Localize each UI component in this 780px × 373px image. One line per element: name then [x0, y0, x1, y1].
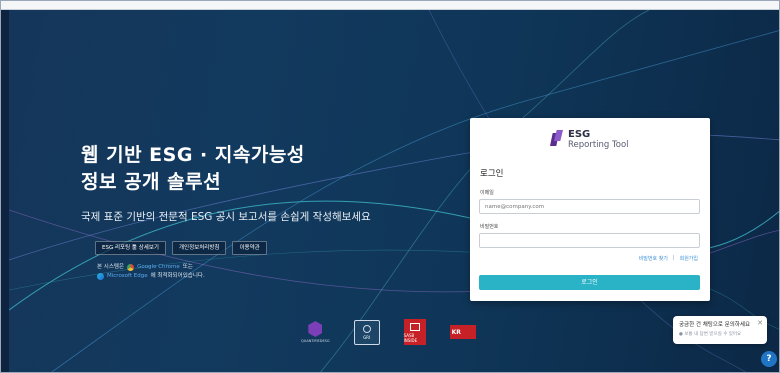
help-icon[interactable]: ?: [761, 351, 777, 367]
link-separator: |: [672, 255, 675, 261]
login-card: ESG Reporting Tool 로그인 이메일 비밀번호 비밀번호 찾기 …: [470, 118, 710, 301]
login-button[interactable]: 로그인: [479, 275, 700, 290]
hero-button-row: ESG 리포팅 툴 상세보기 개인정보처리방침 이용약관: [95, 241, 267, 255]
gri-label: GRI: [363, 334, 371, 340]
close-icon[interactable]: ✕: [757, 319, 763, 327]
logo-line-2: Reporting Tool: [568, 140, 629, 150]
kr-label: KR: [451, 328, 461, 336]
chrome-icon: [127, 264, 135, 271]
signup-link[interactable]: 회원가입: [680, 255, 698, 262]
password-label: 비밀번호: [480, 224, 499, 230]
logo-mark-icon: [550, 130, 564, 146]
auth-links: 비밀번호 찾기 | 회원가입: [639, 255, 698, 262]
headline-line-1: 웹 기반 ESG · 지속가능성: [81, 144, 305, 166]
logo-line-1: ESG: [568, 129, 591, 140]
login-title: 로그인: [480, 169, 504, 179]
chat-title: 궁금한 건 채팅으로 문의하세요: [679, 322, 751, 328]
gri-logo: GRI: [353, 319, 380, 345]
browser-note-prefix: 본 시스템은: [97, 264, 125, 270]
browser-note: 본 시스템은 Google Chrome 또는 Microsoft Edge 에…: [97, 263, 205, 281]
chrome-link[interactable]: Google Chrome: [137, 263, 180, 272]
sasb-logo: SASB INSIDE: [403, 319, 426, 345]
sasb-label: SASB INSIDE: [403, 333, 418, 343]
browser-note-suffix: 에 최적화되어있습니다.: [150, 273, 205, 279]
partner-logos: QUANTIFIEDESG GRI SASB INSIDE KR: [301, 319, 476, 345]
hero-headline: 웹 기반 ESG · 지속가능성 정보 공개 솔루션: [81, 142, 305, 196]
privacy-policy-button[interactable]: 개인정보처리방침: [171, 241, 227, 255]
kr-logo: KR: [449, 325, 476, 339]
find-password-link[interactable]: 비밀번호 찾기: [639, 255, 668, 262]
chat-widget[interactable]: 궁금한 건 채팅으로 문의하세요 ● 보통 내 답변 받으실 수 있어요 ✕: [673, 316, 767, 344]
edge-link[interactable]: Microsoft Edge: [107, 272, 148, 281]
quantified-label: QUANTIFIEDESG: [301, 339, 330, 343]
hero-subline: 국제 표준 기반의 전문적 ESG 공시 보고서를 손쉽게 작성해보세요: [81, 211, 371, 223]
app-window: 웹 기반 ESG · 지속가능성 정보 공개 솔루션 국제 표준 기반의 전문적…: [0, 0, 780, 373]
email-label: 이메일: [480, 190, 494, 196]
esg-details-button[interactable]: ESG 리포팅 툴 상세보기: [95, 241, 166, 255]
browser-note-or: 또는: [182, 264, 193, 270]
top-strip: [1, 1, 779, 10]
terms-button[interactable]: 이용약관: [232, 241, 267, 255]
password-field[interactable]: [479, 233, 700, 248]
quantified-hex-icon: [308, 321, 323, 337]
quantified-esg-logo: QUANTIFIEDESG: [301, 321, 330, 343]
edge-icon: [97, 273, 104, 280]
esg-reporting-tool-logo: ESG Reporting Tool: [550, 130, 629, 150]
email-field[interactable]: [479, 199, 700, 214]
headline-line-2: 정보 공개 솔루션: [81, 171, 222, 193]
sasb-bars-icon: [409, 323, 420, 331]
chat-subtitle: ● 보통 내 답변 받으실 수 있어요: [679, 332, 742, 337]
